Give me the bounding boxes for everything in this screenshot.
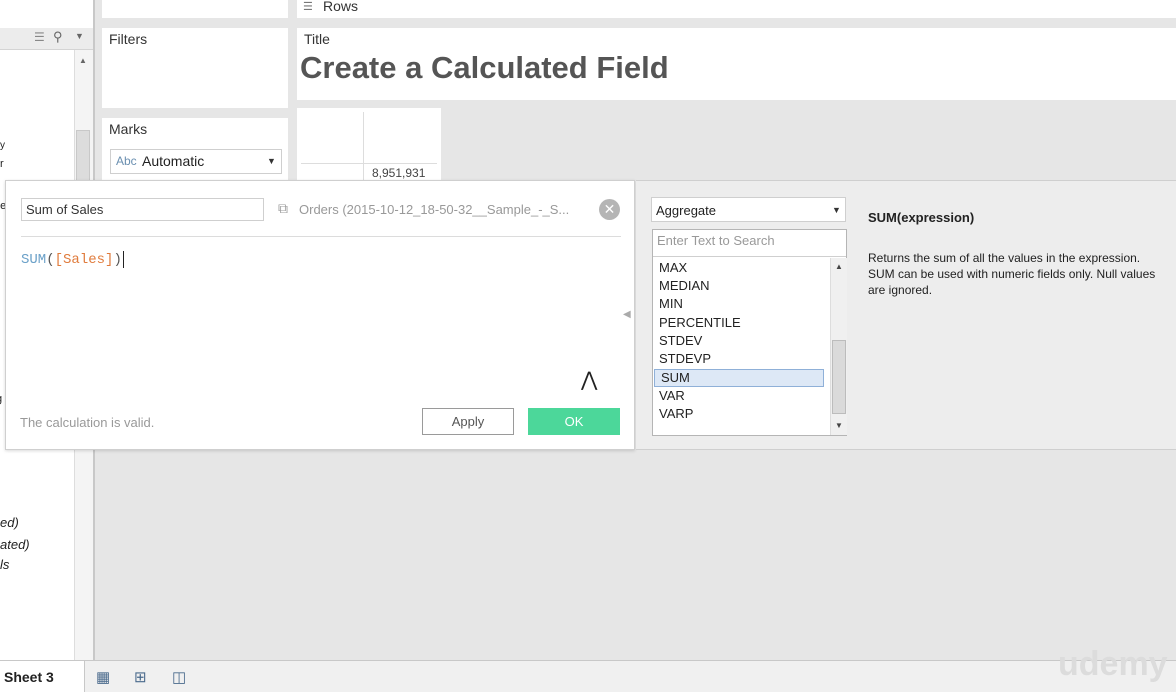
table-divider-v [363,112,364,184]
field-item[interactable]: ls [0,557,9,572]
table-divider-h [301,163,437,164]
help-title: SUM(expression) [868,210,975,225]
filters-card[interactable]: Filters [102,28,288,108]
columns-shelf [102,0,288,18]
formula-editor[interactable]: SUM([Sales]) [21,251,581,391]
rows-shelf[interactable]: ☰ Rows [297,0,1176,18]
mark-type-value: Automatic [142,153,205,169]
calculated-field-dialog: Sum of Sales ⧉ Orders (2015-10-12_18-50-… [5,180,635,450]
field-item[interactable]: ed) [0,515,19,530]
sheet-tab-label: Sheet 3 [4,669,54,685]
scroll-down-icon[interactable]: ▼ [835,421,843,430]
rows-icon: ☰ [303,1,313,13]
worksheet-title[interactable]: Create a Calculated Field [300,50,669,86]
search-icon[interactable]: ⚲ [53,29,63,45]
title-label: Title [304,31,330,47]
formula-close-paren: ) [113,252,122,269]
i-beam-cursor-icon: ⋀ [581,369,598,391]
search-placeholder: Enter Text to Search [657,233,775,248]
title-card: Title Create a Calculated Field [297,28,1176,100]
function-category-select[interactable]: Aggregate ▼ [651,197,846,222]
function-category-value: Aggregate [656,203,716,218]
apply-button[interactable]: Apply [422,408,514,435]
function-item-sum[interactable]: SUM [654,369,824,387]
formula-open-paren: ( [46,252,55,269]
data-pane-toolbar: ☰ ⚲ ▼ [0,28,93,50]
function-list-box: Enter Text to Search MAX MEDIAN MIN PERC… [652,229,847,436]
mark-type-select[interactable]: Abc Automatic ▼ [110,149,282,174]
sheet-tab-bar: Sheet 3 ▦ ⊞ ◫ udemy [0,645,1176,692]
filters-label: Filters [109,31,148,47]
function-item-stdevp[interactable]: STDEVP [653,350,823,368]
calc-status: The calculation is valid. [20,415,155,430]
function-item-max[interactable]: MAX [653,259,823,277]
chevron-down-icon[interactable]: ▼ [832,205,841,215]
table-value[interactable]: 8,951,931 [372,166,425,180]
marks-label: Marks [109,121,148,137]
scroll-up-icon[interactable]: ▲ [79,56,87,65]
function-search-input[interactable]: Enter Text to Search [653,230,846,257]
chevron-down-icon[interactable]: ▼ [267,156,276,166]
close-icon: ✕ [603,201,616,217]
function-item-percentile[interactable]: PERCENTILE [653,314,823,332]
function-item-stdev[interactable]: STDEV [653,332,823,350]
datasource-icon: ⧉ [278,200,288,216]
close-button[interactable]: ✕ [599,199,620,220]
collapse-arrow-icon[interactable]: ◀ [623,309,631,320]
function-item-varp[interactable]: VARP [653,405,823,423]
function-item-median[interactable]: MEDIAN [653,277,823,295]
mark-type-prefix: Abc [116,154,137,168]
list-view-icon[interactable]: ☰ [34,30,45,44]
new-story-icon[interactable]: ◫ [172,668,186,686]
scroll-up-icon[interactable]: ▲ [835,262,843,271]
function-help-panel: Aggregate ▼ Enter Text to Search MAX MED… [636,180,1176,450]
function-list: MAX MEDIAN MIN PERCENTILE STDEV STDEVP S… [653,259,829,435]
field-item[interactable]: r [0,158,4,170]
field-item[interactable]: g [0,393,2,405]
field-item[interactable]: ated) [0,537,30,552]
formula-field: [Sales] [54,252,114,269]
scroll-thumb[interactable] [832,340,846,414]
calc-name-input[interactable]: Sum of Sales [21,198,264,221]
function-item-var[interactable]: VAR [653,387,823,405]
sheet-tab[interactable]: Sheet 3 [0,661,85,692]
new-dashboard-icon[interactable]: ⊞ [134,668,147,686]
help-description: Returns the sum of all the values in the… [868,251,1156,297]
datasource-name: Orders (2015-10-12_18-50-32__Sample_-_S.… [299,202,570,217]
formula-function: SUM [21,252,47,269]
calc-name-value: Sum of Sales [26,202,104,217]
ok-button[interactable]: OK [528,408,620,435]
chevron-down-icon[interactable]: ▼ [75,31,84,41]
function-list-scrollbar[interactable]: ▲ ▼ [830,258,847,435]
text-cursor [122,251,124,268]
function-item-min[interactable]: MIN [653,295,823,313]
table-view: 8,951,931 [297,108,441,184]
rows-shelf-label: Rows [323,0,359,14]
field-item[interactable]: y [0,140,5,151]
marks-card: Marks Abc Automatic ▼ [102,118,288,180]
dialog-divider [21,236,621,237]
new-worksheet-icon[interactable]: ▦ [96,668,110,686]
udemy-watermark: udemy [1058,645,1168,683]
